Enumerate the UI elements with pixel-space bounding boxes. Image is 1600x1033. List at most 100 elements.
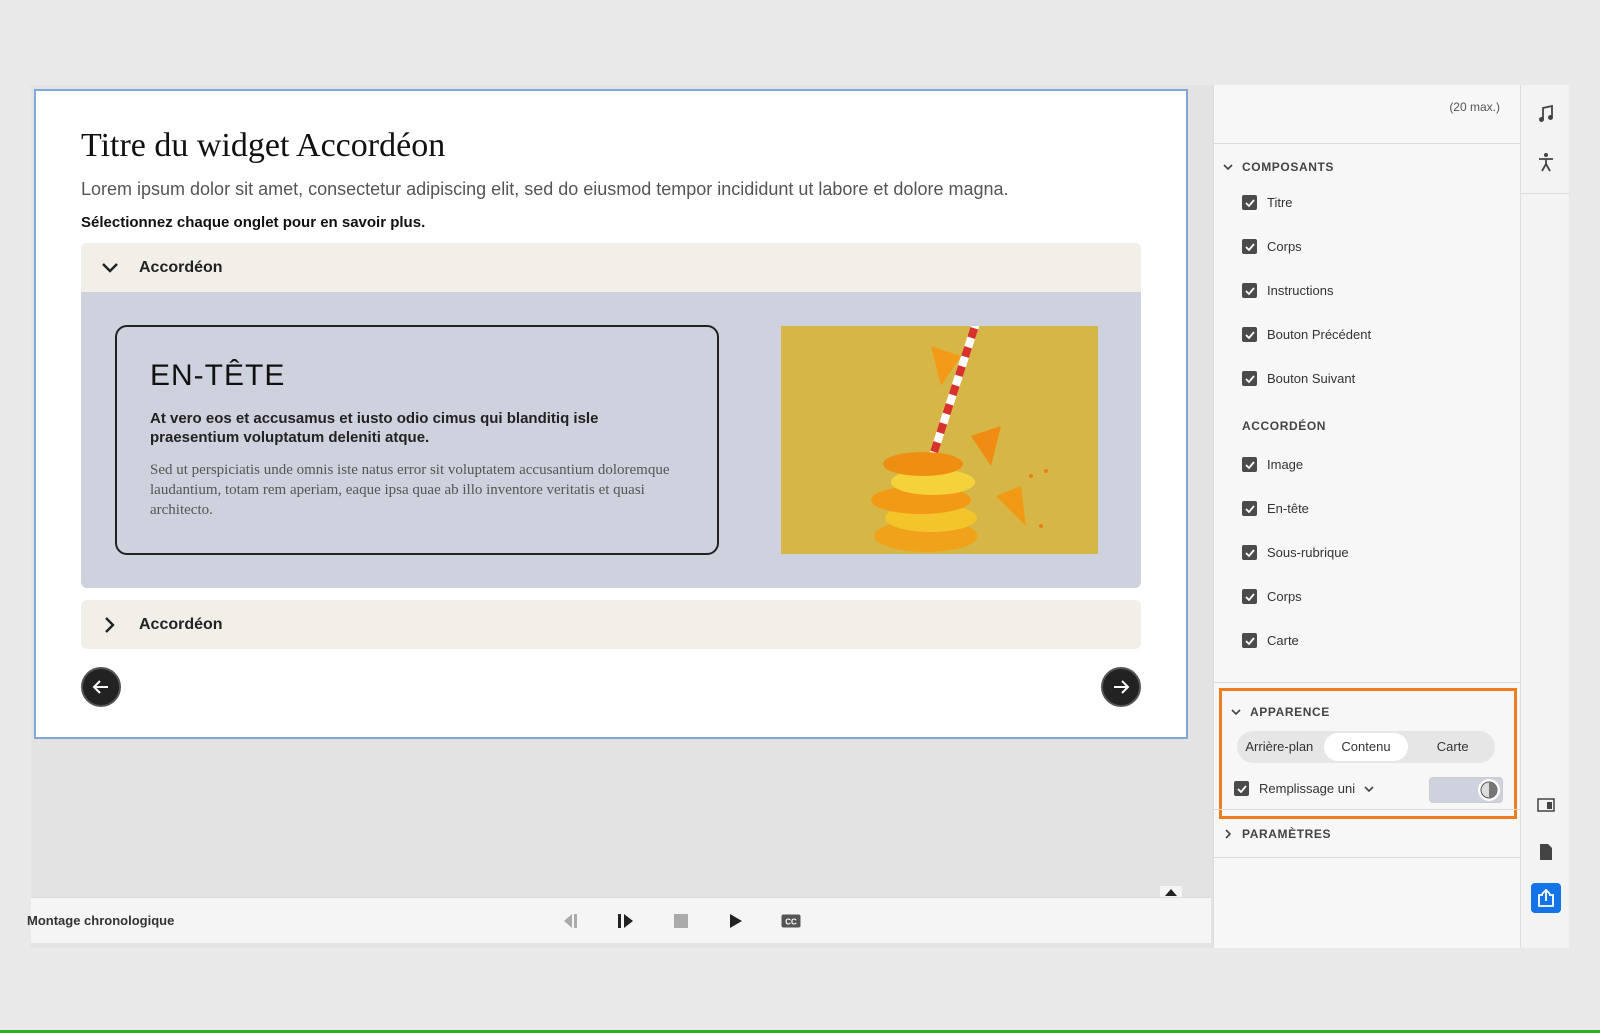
section-title: PARAMÈTRES — [1242, 827, 1332, 841]
accessibility-button[interactable] — [1531, 147, 1561, 177]
checkbox-label: Bouton Précédent — [1267, 327, 1372, 342]
chevron-down-icon — [1222, 709, 1250, 715]
checkbox-label: Sous-rubrique — [1267, 545, 1349, 560]
checkbox-checked-icon — [1242, 589, 1257, 604]
card-subheading: At vero eos et accusamus et iusto odio c… — [150, 410, 599, 446]
arrow-right-icon — [1114, 680, 1130, 694]
accordion-tab-2[interactable]: Accordéon — [81, 600, 1141, 649]
card-body-text: Sed ut perspiciatis unde omnis iste natu… — [150, 462, 670, 518]
chevron-down-icon[interactable] — [1364, 785, 1374, 792]
document-button[interactable] — [1531, 837, 1561, 867]
accordion-tab-label: Accordéon — [139, 258, 223, 276]
accordion-content-panel: EN-TÊTE At vero eos et accusamus et iust… — [81, 292, 1141, 588]
checkbox-bouton-suivant[interactable]: Bouton Suivant — [1242, 371, 1355, 386]
section-composants-header[interactable]: COMPOSANTS — [1214, 160, 1334, 174]
checkbox-sous-rubrique[interactable]: Sous-rubrique — [1242, 545, 1349, 560]
checkbox-en-tete[interactable]: En-tête — [1242, 501, 1309, 516]
accordion-tab-1[interactable]: Accordéon — [81, 243, 1141, 292]
section-title: APPARENCE — [1250, 705, 1330, 719]
cc-icon: CC — [781, 914, 801, 928]
timeline-label[interactable]: Montage chronologique — [27, 913, 174, 928]
card-heading: EN-TÊTE — [150, 359, 286, 392]
timeline-bar: Montage chronologique CC — [27, 897, 1211, 943]
play-icon — [730, 914, 742, 928]
arrow-left-icon — [92, 680, 108, 694]
slide-body-text[interactable]: Lorem ipsum dolor sit amet, consectetur … — [81, 179, 1009, 200]
checkbox-corps-accordeon[interactable]: Corps — [1242, 589, 1302, 604]
checkbox-label: Bouton Suivant — [1267, 371, 1356, 386]
checkbox-corps[interactable]: Corps — [1242, 239, 1302, 254]
section-apparence-header[interactable]: APPARENCE — [1222, 705, 1330, 719]
orange-juice-image[interactable] — [781, 326, 1098, 554]
checkbox-label: Image — [1267, 457, 1304, 472]
chevron-right-icon — [1214, 829, 1242, 839]
properties-panel-button[interactable] — [1531, 790, 1561, 820]
checkbox-instructions[interactable]: Instructions — [1242, 283, 1333, 298]
solid-fill-option[interactable]: Remplissage uni — [1234, 781, 1374, 796]
max-note: (20 max.) — [1449, 100, 1500, 114]
share-icon — [1538, 889, 1554, 907]
opacity-icon[interactable] — [1478, 779, 1500, 801]
checkbox-bouton-precedent[interactable]: Bouton Précédent — [1242, 327, 1371, 342]
audio-button[interactable] — [1531, 99, 1561, 129]
checkbox-checked-icon — [1242, 457, 1257, 472]
properties-panel: (20 max.) COMPOSANTS Titre Corps Instruc… — [1213, 85, 1521, 948]
checkbox-carte[interactable]: Carte — [1242, 633, 1299, 648]
slide-canvas[interactable]: Titre du widget Accordéon Lorem ipsum do… — [34, 89, 1188, 739]
accordion-tab-label: Accordéon — [139, 615, 223, 633]
fill-type-label: Remplissage uni — [1259, 781, 1356, 796]
fill-color-swatch[interactable] — [1429, 777, 1503, 803]
previous-button[interactable] — [81, 667, 121, 707]
checkbox-label: En-tête — [1267, 501, 1309, 516]
checkbox-checked-icon — [1242, 239, 1257, 254]
accordeon-subsection-title: ACCORDÉON — [1242, 419, 1327, 433]
divider — [1214, 143, 1521, 144]
document-icon — [1540, 844, 1552, 860]
chevron-down-icon — [81, 262, 139, 273]
checkbox-checked-icon — [1242, 195, 1257, 210]
tab-carte[interactable]: Carte — [1410, 733, 1495, 761]
checkbox-titre[interactable]: Titre — [1242, 195, 1293, 210]
chevron-right-icon — [81, 616, 139, 633]
divider — [1214, 857, 1521, 858]
checkbox-checked-icon — [1242, 545, 1257, 560]
music-note-icon — [1539, 105, 1553, 122]
play-slide-button[interactable] — [614, 909, 638, 933]
chevron-down-icon — [1214, 164, 1242, 170]
checkbox-image[interactable]: Image — [1242, 457, 1303, 472]
checkbox-label: Corps — [1267, 589, 1302, 604]
caret-up-icon — [1165, 888, 1177, 896]
slide-title[interactable]: Titre du widget Accordéon — [81, 127, 445, 165]
section-title: COMPOSANTS — [1242, 160, 1335, 174]
checkbox-label: Carte — [1267, 633, 1299, 648]
divider — [1521, 193, 1570, 194]
content-card[interactable]: EN-TÊTE At vero eos et accusamus et iust… — [115, 325, 719, 555]
panel-layout-icon — [1537, 798, 1555, 812]
tab-contenu[interactable]: Contenu — [1323, 733, 1409, 761]
appearance-tab-group: Arrière-plan Contenu Carte — [1237, 731, 1495, 763]
checkbox-label: Corps — [1267, 239, 1302, 254]
divider — [1214, 809, 1521, 810]
checkbox-checked-icon — [1242, 327, 1257, 342]
slide-instructions[interactable]: Sélectionnez chaque onglet pour en savoi… — [81, 214, 425, 231]
stop-button[interactable] — [669, 909, 693, 933]
accessibility-icon — [1539, 153, 1553, 172]
play-button[interactable] — [724, 909, 748, 933]
section-parametres-header[interactable]: PARAMÈTRES — [1214, 827, 1331, 841]
checkbox-label: Instructions — [1267, 283, 1334, 298]
closed-captions-button[interactable]: CC — [779, 909, 803, 933]
rewind-button[interactable] — [559, 909, 583, 933]
apparence-section: APPARENCE Arrière-plan Contenu Carte Rem… — [1219, 688, 1517, 819]
play-from-start-icon — [618, 914, 633, 928]
checkbox-checked-icon — [1242, 501, 1257, 516]
next-button[interactable] — [1101, 667, 1141, 707]
checkbox-checked-icon[interactable] — [1234, 781, 1249, 796]
right-tool-rail — [1520, 85, 1570, 948]
stop-icon — [674, 914, 688, 928]
tab-arriere-plan[interactable]: Arrière-plan — [1237, 733, 1322, 761]
rewind-icon — [564, 914, 577, 928]
divider — [1214, 682, 1521, 683]
checkbox-checked-icon — [1242, 633, 1257, 648]
publish-button[interactable] — [1531, 883, 1561, 913]
checkbox-checked-icon — [1242, 283, 1257, 298]
